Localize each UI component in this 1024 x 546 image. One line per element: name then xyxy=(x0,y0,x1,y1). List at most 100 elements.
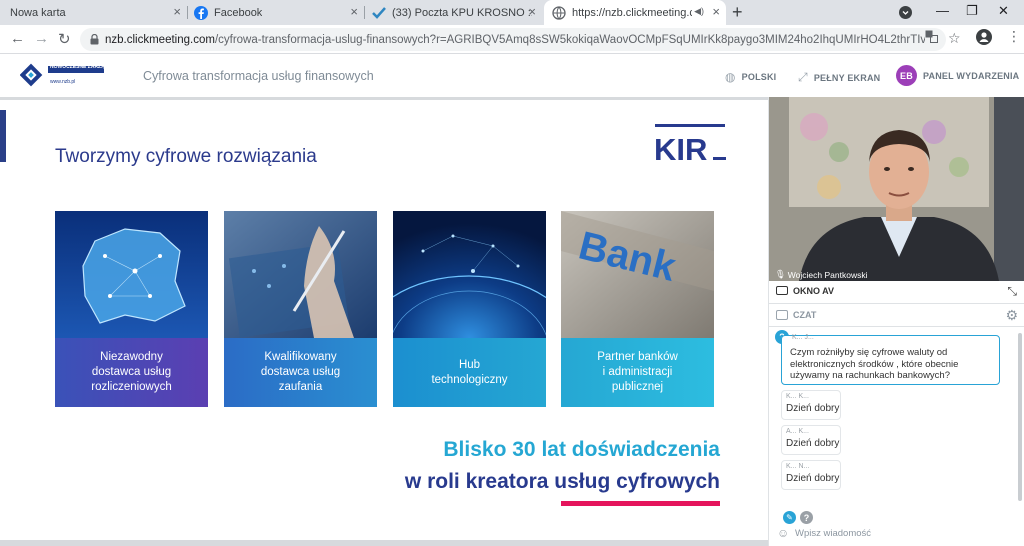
tab-search-icon[interactable] xyxy=(899,6,912,19)
menu-kebab-icon[interactable]: ⋮ xyxy=(1007,28,1021,45)
tab-separator xyxy=(364,6,365,19)
speaker-video[interactable]: 🎙 Wojciech Pantkowski xyxy=(769,97,1024,281)
message-author: K... J... xyxy=(792,334,814,341)
side-panel: 🎙 Wojciech Pantkowski OKNO AV ⤡ CZAT ⚙ ?… xyxy=(768,97,1024,546)
close-icon[interactable]: × xyxy=(528,5,536,19)
url-text[interactable]: nzb.clickmeeting.com/cyfrowa-transformac… xyxy=(105,34,925,46)
caption-line: technologiczny xyxy=(431,373,508,386)
speaker-name: Wojciech Pantkowski xyxy=(787,269,868,280)
avatar: EB xyxy=(896,65,917,86)
profile-icon[interactable] xyxy=(976,29,992,45)
app-header: NOWOCZESNE ZARZĄDZANIE BIZNESEM www.nzb.… xyxy=(0,55,1024,97)
caption-line: publicznej xyxy=(611,381,664,393)
kir-logo: KIR xyxy=(654,124,726,164)
message-text: Dzień dobry xyxy=(786,438,840,449)
message-author: A... K... xyxy=(786,428,809,435)
chat-messages: ? K... J... Czym rożniłyby się cyfrowe w… xyxy=(769,328,1024,508)
slogan-line-1: Blisko 30 lat doświadczenia xyxy=(443,438,720,461)
card-caption: Hub technologiczny xyxy=(393,338,546,407)
chat-input-area: ☺ Wpisz wiadomość xyxy=(769,523,1024,546)
chat-header-label: CZAT xyxy=(793,310,817,320)
caption-line: Kwalifikowany xyxy=(264,351,337,363)
chat-scrollbar[interactable] xyxy=(1018,333,1022,501)
event-panel-label: PANEL WYDARZENIA xyxy=(923,70,1020,81)
logo-url: www.nzb.pl xyxy=(50,79,76,85)
tab-title: https://nzb.clickmeeting.com xyxy=(572,6,692,19)
chat-icon xyxy=(776,310,788,320)
new-tab-button[interactable]: + xyxy=(732,2,743,23)
collapse-video-icon[interactable]: ⤡ xyxy=(1007,284,1017,299)
slogan-line-2-prefix: w roli kreatora xyxy=(404,470,555,493)
back-button[interactable]: ← xyxy=(10,30,25,47)
kir-logo-text: KIR xyxy=(654,132,707,164)
bookmark-star-icon[interactable]: ☆ xyxy=(948,30,961,47)
chat-header: CZAT ⚙ xyxy=(769,303,1024,327)
globe-network-image xyxy=(393,211,546,338)
slide-card-settlement: Niezawodny dostawca usług rozliczeniowyc… xyxy=(55,211,208,407)
facebook-icon xyxy=(194,5,208,20)
speaker-label: 🎙 Wojciech Pantkowski xyxy=(775,269,867,280)
close-icon[interactable]: × xyxy=(712,5,720,19)
lock-icon[interactable] xyxy=(90,34,99,45)
slide-card-trust: Kwalifikowany dostawca usług zaufania xyxy=(224,211,377,407)
chat-input[interactable]: Wpisz wiadomość xyxy=(795,528,871,539)
language-label: POLSKI xyxy=(741,72,777,82)
message-author: K... N... xyxy=(786,463,810,470)
minimize-button[interactable]: — xyxy=(936,3,949,18)
forward-button[interactable]: → xyxy=(34,30,49,47)
event-title: Cyfrowa transformacja usług finansowych xyxy=(143,69,374,83)
browser-toolbar: ← → ↻ nzb.clickmeeting.com/cyfrowa-trans… xyxy=(0,25,1024,54)
tab-nowa-karta[interactable]: Nowa karta × xyxy=(0,0,187,25)
address-bar[interactable]: nzb.clickmeeting.com/cyfrowa-transformac… xyxy=(80,28,946,51)
hand-tablet-image xyxy=(224,211,377,338)
caption-line: zaufania xyxy=(278,381,323,393)
camera-icon xyxy=(776,286,788,295)
speaker-video-frame xyxy=(769,97,1024,281)
fullscreen-button[interactable]: ⤢ PEŁNY EKRAN xyxy=(798,70,880,85)
slide-card-partner: Bank Partner banków i administracji publ… xyxy=(561,211,714,407)
mail-check-icon xyxy=(372,6,386,19)
browser-tab-strip: Nowa karta × Facebook × (33) Poczta KPU … xyxy=(0,0,1024,25)
list-item[interactable]: A... K... Dzień dobry xyxy=(781,425,841,455)
card-caption: Niezawodny dostawca usług rozliczeniowyc… xyxy=(55,338,208,407)
audio-playing-icon[interactable]: ◀) xyxy=(694,6,704,17)
message-author: K... K... xyxy=(786,393,809,400)
card-caption: Kwalifikowany dostawca usług zaufania xyxy=(224,338,377,407)
list-item[interactable]: K... N... Dzień dobry xyxy=(781,460,841,490)
logo-text: NOWOCZESNE ZARZĄDZANIE BIZNESEM xyxy=(50,64,151,70)
caption-line: rozliczeniowych xyxy=(91,381,172,393)
translate-icon[interactable] xyxy=(925,30,938,43)
url-host: nzb.clickmeeting.com xyxy=(105,33,215,46)
window-close-button[interactable]: ✕ xyxy=(998,3,1009,19)
emoji-icon[interactable]: ☺ xyxy=(777,526,789,540)
caption-line: i administracji xyxy=(602,366,673,378)
caption-line: Partner banków xyxy=(597,351,678,363)
url-path: /cyfrowa-transformacja-uslug-finansowych… xyxy=(214,33,925,46)
gear-icon[interactable]: ⚙ xyxy=(1005,307,1018,324)
fullscreen-icon: ⤢ xyxy=(798,70,808,84)
slide-card-hub: Hub technologiczny xyxy=(393,211,546,407)
tab-facebook[interactable]: Facebook × xyxy=(188,0,364,25)
tab-clickmeeting[interactable]: https://nzb.clickmeeting.com ◀) × xyxy=(544,0,726,25)
restore-button[interactable]: ❐ xyxy=(966,3,978,19)
av-window-label: OKNO AV xyxy=(793,286,835,296)
event-panel-button[interactable]: EB PANEL WYDARZENIA xyxy=(896,65,1019,86)
card-caption: Partner banków i administracji publiczne… xyxy=(561,338,714,407)
slide-bottom-bar xyxy=(0,540,768,546)
caption-line: dostawca usług xyxy=(91,366,172,378)
list-item[interactable]: K... K... Dzień dobry xyxy=(781,390,841,420)
message-text: Dzień dobry xyxy=(786,473,840,484)
tab-title: Nowa karta xyxy=(10,6,66,19)
slide-accent-bar xyxy=(0,110,6,162)
globe-icon xyxy=(552,5,566,20)
tab-poczta[interactable]: (33) Poczta KPU KROSNO :: Odeb × xyxy=(366,0,542,25)
caption-line: Niezawodny xyxy=(100,351,163,363)
tab-title: Facebook xyxy=(214,6,263,19)
chat-question[interactable]: K... J... Czym rożniłyby się cyfrowe wal… xyxy=(781,334,1000,385)
close-icon[interactable]: × xyxy=(350,5,358,19)
language-selector[interactable]: ◍ POLSKI xyxy=(725,70,776,84)
tab-title: (33) Poczta KPU KROSNO :: Odeb xyxy=(392,6,532,19)
globe-icon: ◍ xyxy=(725,70,736,84)
close-icon[interactable]: × xyxy=(173,5,181,19)
reload-button[interactable]: ↻ xyxy=(58,30,71,48)
